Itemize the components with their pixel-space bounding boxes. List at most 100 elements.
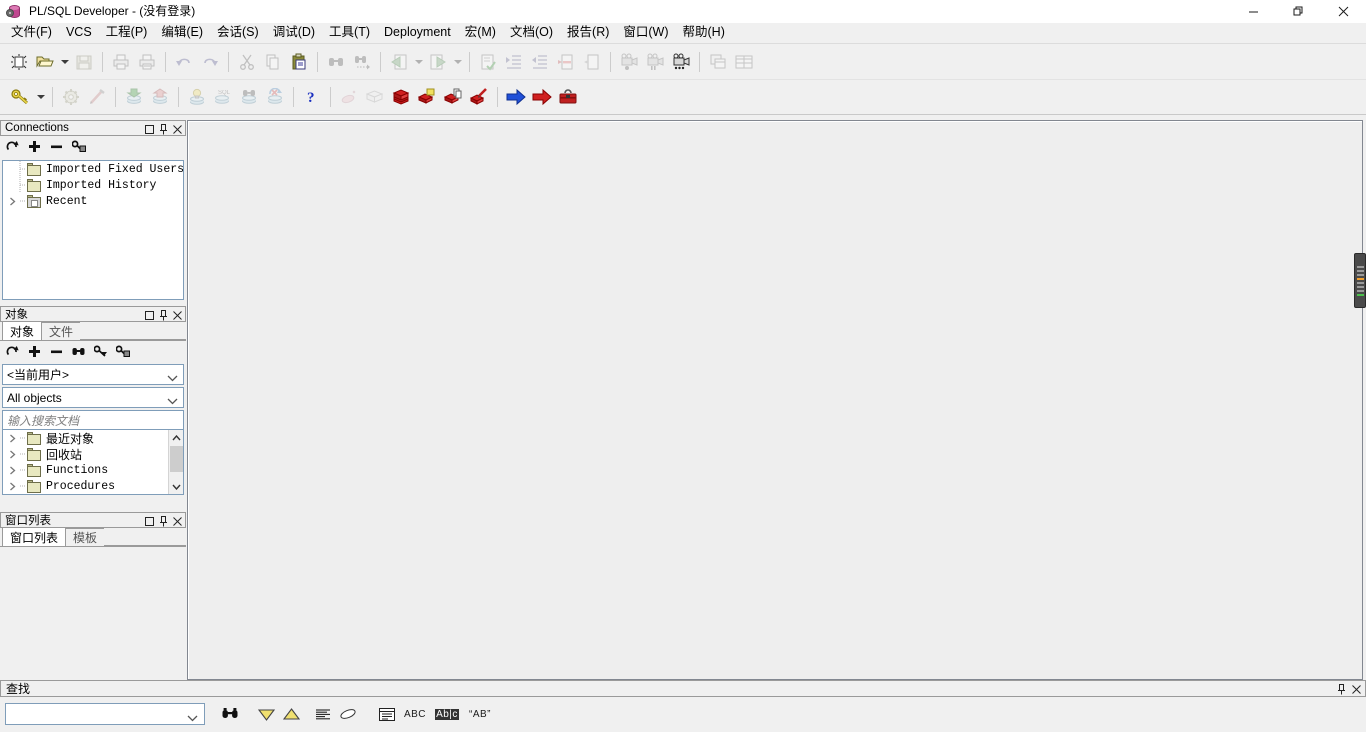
find-button[interactable] [217,702,242,726]
menu-debug[interactable]: 调试(D) [266,23,322,43]
key-lock-icon[interactable] [71,140,86,153]
key-lock-icon[interactable] [115,345,130,358]
copy-icon[interactable] [260,49,286,75]
help-question-icon[interactable]: ? [299,84,325,110]
paste-icon[interactable] [286,49,312,75]
save-icon[interactable] [71,49,97,75]
cascade-windows-icon[interactable] [705,49,731,75]
record-macro-icon[interactable] [616,49,642,75]
match-case-button[interactable]: ABC [399,702,431,726]
objects-tree[interactable]: 最近对象 回收站 Functions Procedures [2,429,184,495]
gear-icon[interactable] [58,84,84,110]
clear-button[interactable] [335,702,360,726]
pin-icon[interactable] [159,515,168,527]
tree-item-recent[interactable]: Recent [3,193,183,209]
filter-key-icon[interactable] [93,345,107,358]
restore-button[interactable] [1276,0,1321,23]
maximize-icon[interactable] [145,516,154,526]
menu-deployment[interactable]: Deployment [377,23,458,43]
toolbox-icon[interactable] [555,84,581,110]
minimize-button[interactable] [1231,0,1276,23]
export-db-icon[interactable] [147,84,173,110]
remove-icon[interactable] [50,345,63,358]
user-select[interactable]: <当前用户> [2,364,184,385]
chevron-right-icon[interactable] [5,446,19,462]
pin-icon[interactable] [159,123,168,135]
chevron-down-icon[interactable] [187,711,198,725]
regex-button[interactable]: “AB” [463,702,497,726]
menu-file[interactable]: 文件(F) [4,23,59,43]
find-down-button[interactable] [254,702,279,726]
find-next-icon[interactable] [349,49,375,75]
book-outline-icon[interactable] [362,84,388,110]
new-file-icon[interactable] [6,49,32,75]
eraser-pink-icon[interactable] [336,84,362,110]
play-macro-icon[interactable] [668,49,694,75]
refresh-icon[interactable] [6,140,19,153]
outdent-icon[interactable] [527,49,553,75]
menu-session[interactable]: 会话(S) [210,23,266,43]
object-search-input[interactable]: 输入搜索文档 [2,410,184,431]
open-folder-icon[interactable] [32,49,58,75]
book-edit-icon[interactable] [466,84,492,110]
add-icon[interactable] [28,140,41,153]
find-list-button[interactable] [310,702,335,726]
scrollbar-thumb[interactable] [169,446,183,472]
redo-icon[interactable] [197,49,223,75]
menu-macro[interactable]: 宏(M) [458,23,503,43]
pin-icon[interactable] [159,309,168,321]
close-icon[interactable] [173,310,182,320]
import-db-icon[interactable] [121,84,147,110]
find-icon[interactable] [323,49,349,75]
chevron-right-icon[interactable] [5,193,19,209]
pin-icon[interactable] [1337,683,1346,695]
db-sql-icon[interactable]: SQL [210,84,236,110]
connections-tree[interactable]: Imported Fixed Users Imported History Re… [2,160,184,300]
tile-windows-icon[interactable] [731,49,757,75]
book-copy-icon[interactable] [440,84,466,110]
cut-icon[interactable] [234,49,260,75]
remove-icon[interactable] [50,140,63,153]
tab-files[interactable]: 文件 [41,322,82,340]
red-books-icon[interactable] [388,84,414,110]
refresh-icon[interactable] [6,345,19,358]
execute-check-icon[interactable] [475,49,501,75]
windowlist-content[interactable] [0,548,186,680]
add-icon[interactable] [28,345,41,358]
print-icon[interactable] [108,49,134,75]
tree-item-recent-objects[interactable]: 最近对象 [3,430,183,446]
blue-arrow-icon[interactable] [503,84,529,110]
tree-item-functions[interactable]: Functions [3,462,183,478]
db-refresh-icon[interactable] [262,84,288,110]
tree-item-imported-fixed-users[interactable]: Imported Fixed Users [3,161,183,177]
print-preview-icon[interactable] [134,49,160,75]
tree-item-procedures[interactable]: Procedures [3,478,183,494]
maximize-icon[interactable] [145,124,154,134]
menu-report[interactable]: 报告(R) [560,23,616,43]
scroll-down-button[interactable] [168,479,183,494]
menu-edit[interactable]: 编辑(E) [154,23,210,43]
next-icon[interactable] [425,49,451,75]
pen-icon[interactable] [84,84,110,110]
uncomment-icon[interactable] [579,49,605,75]
close-button[interactable] [1321,0,1366,23]
maximize-icon[interactable] [145,310,154,320]
menu-vcs[interactable]: VCS [59,23,99,43]
tree-item-recycle-bin[interactable]: 回收站 [3,446,183,462]
close-icon[interactable] [173,124,182,134]
menu-tools[interactable]: 工具(T) [322,23,377,43]
red-arrow-icon[interactable] [529,84,555,110]
find-input[interactable] [5,703,205,725]
mdi-client-area[interactable] [187,120,1363,680]
find-icon[interactable] [72,345,85,358]
object-type-select[interactable]: All objects [2,387,184,408]
indent-icon[interactable] [501,49,527,75]
key-login-dropdown-icon[interactable] [34,84,47,110]
next-dropdown-icon[interactable] [451,49,464,75]
chevron-right-icon[interactable] [5,478,19,494]
db-bulb-icon[interactable] [184,84,210,110]
menu-window[interactable]: 窗口(W) [616,23,675,43]
open-folder-dropdown-icon[interactable] [58,49,71,75]
find-in-window-button[interactable] [374,702,399,726]
menu-help[interactable]: 帮助(H) [676,23,732,43]
